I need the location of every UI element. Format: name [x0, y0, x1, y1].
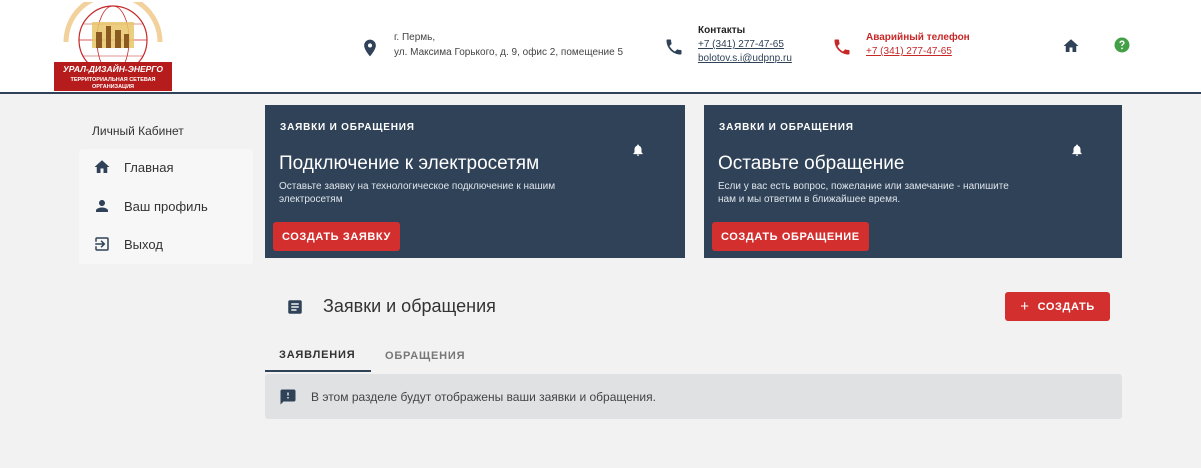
contacts-email-link[interactable]: bolotov.s.i@udpnp.ru	[698, 52, 792, 66]
card-category: ЗАЯВКИ И ОБРАЩЕНИЯ	[719, 122, 854, 133]
address-block: г. Пермь, ул. Максима Горького, д. 9, оф…	[360, 30, 623, 60]
card-category: ЗАЯВКИ И ОБРАЩЕНИЯ	[280, 122, 415, 133]
empty-state-notice: В этом разделе будут отображены ваши зая…	[265, 374, 1122, 419]
sidebar-title: Личный Кабинет	[92, 124, 184, 138]
contacts-block: Контакты +7 (341) 277-47-65 bolotov.s.i@…	[664, 24, 792, 66]
sidebar-item-profile[interactable]: Ваш профиль	[79, 188, 253, 224]
plus-icon: +	[1020, 298, 1030, 315]
emergency-block: Аварийный телефон +7 (341) 277-47-65	[832, 31, 970, 59]
bell-icon	[633, 144, 643, 156]
card-description: Оставьте заявку на технологическое подкл…	[279, 181, 556, 205]
svg-text:УРАЛ-ДИЗАЙН-ЭНЕРГО: УРАЛ-ДИЗАЙН-ЭНЕРГО	[63, 63, 163, 74]
help-icon[interactable]	[1113, 36, 1131, 54]
empty-state-text: В этом разделе будут отображены ваши зая…	[311, 390, 656, 404]
person-icon	[96, 200, 108, 212]
home-icon	[94, 160, 110, 173]
contacts-phone-link[interactable]: +7 (341) 277-47-65	[698, 38, 792, 52]
logout-icon	[95, 237, 109, 251]
sidebar-item-home[interactable]: Главная	[79, 149, 253, 185]
sidebar-menu: Главная Ваш профиль Выход	[79, 149, 253, 264]
company-logo[interactable]: УРАЛ-ДИЗАЙН-ЭНЕРГО ТЕРРИТОРИАЛЬНАЯ СЕТЕВ…	[52, 2, 174, 91]
address-line2: ул. Максима Горького, д. 9, офис 2, поме…	[394, 47, 624, 58]
emergency-phone-link[interactable]: +7 (341) 277-47-65	[866, 45, 970, 59]
connection-request-card: ЗАЯВКИ И ОБРАЩЕНИЯ Подключение к электро…	[265, 105, 685, 258]
create-button[interactable]: + СОЗДАТЬ	[1005, 292, 1110, 321]
header: УРАЛ-ДИЗАЙН-ЭНЕРГО ТЕРРИТОРИАЛЬНАЯ СЕТЕВ…	[0, 0, 1201, 94]
sidebar-item-label: Главная	[124, 159, 174, 175]
emergency-title: Аварийный телефон	[866, 32, 970, 43]
appeal-card: ЗАЯВКИ И ОБРАЩЕНИЯ Оставьте обращение Ес…	[704, 105, 1122, 258]
svg-text:ТЕРРИТОРИАЛЬНАЯ СЕТЕВАЯ: ТЕРРИТОРИАЛЬНАЯ СЕТЕВАЯ	[70, 77, 155, 83]
location-icon	[364, 39, 376, 57]
sidebar-item-label: Выход	[124, 236, 163, 252]
create-request-button[interactable]: СОЗДАТЬ ЗАЯВКУ	[273, 222, 400, 251]
contacts-title: Контакты	[698, 25, 746, 36]
feedback-icon	[280, 389, 296, 405]
phone-icon	[666, 39, 682, 55]
create-appeal-button[interactable]: СОЗДАТЬ ОБРАЩЕНИЕ	[712, 222, 869, 251]
list-icon	[288, 300, 302, 314]
section-title: Заявки и обращения	[323, 296, 496, 316]
tab-statements[interactable]: ЗАЯВЛЕНИЯ	[265, 340, 371, 372]
svg-text:ОРГАНИЗАЦИЯ: ОРГАНИЗАЦИЯ	[92, 84, 134, 90]
tab-appeals[interactable]: ОБРАЩЕНИЯ	[385, 340, 465, 372]
home-icon[interactable]	[1062, 37, 1080, 55]
card-title: Подключение к электросетям	[279, 153, 540, 174]
bell-icon	[1072, 144, 1082, 156]
sidebar-item-label: Ваш профиль	[124, 198, 208, 214]
card-title: Оставьте обращение	[718, 153, 905, 174]
card-description: Если у вас есть вопрос, пожелание или за…	[718, 181, 1009, 205]
create-button-label: СОЗДАТЬ	[1037, 300, 1095, 313]
sidebar-item-logout[interactable]: Выход	[79, 226, 253, 262]
address-line1: г. Пермь,	[394, 32, 436, 43]
emergency-phone-icon	[834, 39, 850, 55]
